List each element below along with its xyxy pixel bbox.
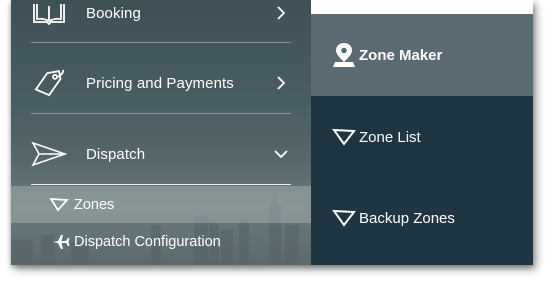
map-pin-icon [331,43,357,67]
sidebar-item-label: Booking [86,4,141,22]
price-tag-icon [31,69,67,97]
zone-maker-label: Zone Maker [359,46,443,64]
submenu-item-dispatch-configuration[interactable]: Dispatch Configuration [11,224,311,260]
zones-flyout-panel: Zone Maker Zone List Backup Zones [311,14,533,265]
sidebar: Booking Pricing and Payments Dispatch Zo… [11,0,311,265]
zone-polygon-icon [49,197,69,213]
zone-polygon-icon [331,125,357,149]
submenu-item-zones[interactable]: Zones [11,186,311,223]
submenu-item-label: Zones [74,196,115,213]
sidebar-item-pricing-and-payments[interactable]: Pricing and Payments [11,48,311,118]
sidebar-item-label: Pricing and Payments [86,74,234,92]
chevron-down-icon [274,150,288,159]
sidebar-item-booking[interactable]: Booking [11,0,311,48]
divider [31,113,291,114]
sidebar-item-label: Dispatch [86,145,146,163]
sidebar-item-dispatch[interactable]: Dispatch [11,119,311,189]
zone-list-label: Zone List [359,128,421,146]
zone-polygon-icon [331,206,357,230]
divider [31,42,291,43]
zone-list-item[interactable]: Zone List [311,96,533,178]
book-icon [31,0,67,27]
backup-zones-item[interactable]: Backup Zones [311,177,533,259]
paper-plane-icon [31,140,67,168]
zone-maker-item[interactable]: Zone Maker [311,14,533,96]
chevron-right-icon [277,76,286,90]
navigation-menu: Booking Pricing and Payments Dispatch Zo… [11,0,533,265]
chevron-right-icon [277,6,286,20]
backup-zones-label: Backup Zones [359,209,455,227]
divider [31,184,291,185]
submenu-item-label: Dispatch Configuration [74,234,221,250]
airplane-icon [51,234,71,250]
